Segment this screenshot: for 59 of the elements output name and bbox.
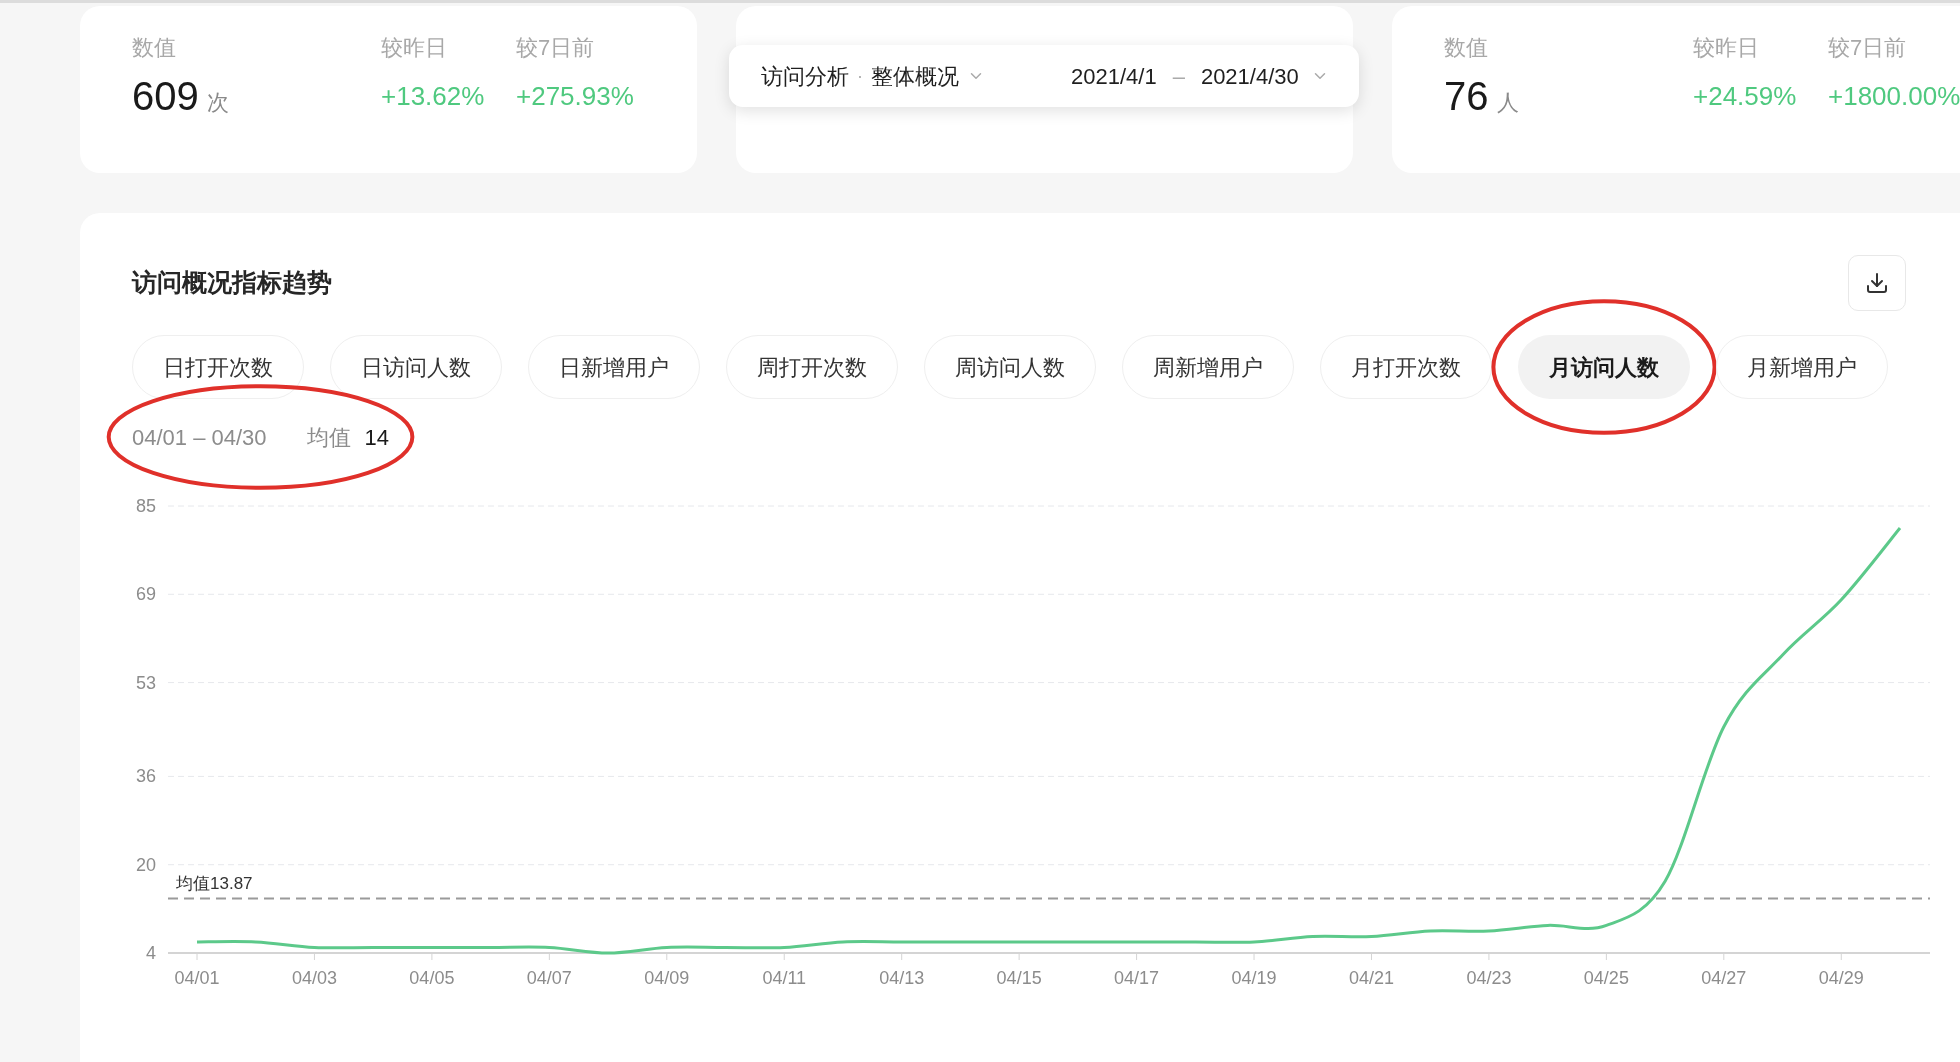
x-tick-label: 04/27 xyxy=(1701,968,1747,988)
date-range-picker[interactable]: 2021/4/1 – 2021/4/30 xyxy=(1071,59,1329,93)
breadcrumb-item: 整体概况 xyxy=(871,62,959,91)
end-date: 2021/4/30 xyxy=(1200,62,1299,91)
average-value: 14 xyxy=(364,423,390,452)
average-label-text: 均值 xyxy=(306,423,351,452)
x-tick-label: 04/05 xyxy=(409,968,455,988)
x-tick-label: 04/11 xyxy=(762,968,807,988)
compare-value: +275.93% xyxy=(516,80,634,113)
compare-value: +13.62% xyxy=(381,80,485,113)
y-tick-label: 69 xyxy=(135,584,156,605)
x-tick-label: 04/15 xyxy=(996,968,1042,988)
x-tick-label: 04/13 xyxy=(879,968,925,988)
compare-value: +1800.00% xyxy=(1828,80,1960,113)
x-tick-label: 04/01 xyxy=(174,968,220,988)
download-button[interactable] xyxy=(1848,255,1906,311)
x-tick-label: 04/21 xyxy=(1348,968,1394,988)
compare-label: 较7日前 xyxy=(1828,34,1907,62)
metric-tab[interactable]: 日打开次数 xyxy=(132,335,304,399)
x-tick-label: 04/07 xyxy=(526,968,572,988)
metric-tab[interactable]: 周新增用户 xyxy=(1122,335,1294,399)
stat-value: 76 xyxy=(1444,73,1489,120)
x-tick-label: 04/19 xyxy=(1231,968,1277,988)
metric-tab[interactable]: 日访问人数 xyxy=(330,335,502,399)
download-icon xyxy=(1865,271,1889,295)
y-tick-label: 20 xyxy=(135,854,156,875)
panel-title: 访问概况指标趋势 xyxy=(132,267,332,299)
breadcrumb-item: 访问分析 xyxy=(761,62,849,91)
stat-label: 数值 xyxy=(132,34,176,62)
y-tick-label: 85 xyxy=(135,496,156,516)
x-tick-label: 04/23 xyxy=(1466,968,1512,988)
x-tick-label: 04/29 xyxy=(1818,968,1864,988)
x-tick-label: 04/03 xyxy=(291,968,337,988)
compare-label: 较昨日 xyxy=(381,34,447,62)
x-tick-label: 04/25 xyxy=(1583,968,1629,988)
y-tick-label: 36 xyxy=(135,766,156,787)
date-separator: – xyxy=(1172,62,1185,91)
compare-label: 较昨日 xyxy=(1693,34,1759,62)
stat-unit: 次 xyxy=(206,89,229,117)
x-tick-label: 04/09 xyxy=(644,968,690,988)
metric-tab[interactable]: 周打开次数 xyxy=(726,335,898,399)
breadcrumb-separator: · xyxy=(857,64,863,88)
metric-tab[interactable]: 月访问人数 xyxy=(1518,335,1690,399)
y-tick-label: 4 xyxy=(146,943,156,963)
stat-label: 数值 xyxy=(1444,34,1488,62)
y-tick-label: 53 xyxy=(135,672,156,693)
compare-value: +24.59% xyxy=(1693,80,1797,113)
metric-tab[interactable]: 月打开次数 xyxy=(1320,335,1492,399)
x-tick-label: 04/17 xyxy=(1114,968,1160,988)
date-range-text: 04/01 – 04/30 xyxy=(132,423,267,452)
start-date: 2021/4/1 xyxy=(1071,62,1157,91)
breadcrumb-dropdown[interactable]: 访问分析 · 整体概况 xyxy=(761,59,985,93)
metric-tab[interactable]: 日新增用户 xyxy=(528,335,700,399)
stat-unit: 人 xyxy=(1496,89,1519,117)
metric-tab[interactable]: 月新增用户 xyxy=(1716,335,1888,399)
compare-label: 较7日前 xyxy=(516,34,595,62)
metric-tab[interactable]: 周访问人数 xyxy=(924,335,1096,399)
average-label: 均值13.87 xyxy=(176,873,253,893)
stat-value: 609 xyxy=(132,73,199,120)
